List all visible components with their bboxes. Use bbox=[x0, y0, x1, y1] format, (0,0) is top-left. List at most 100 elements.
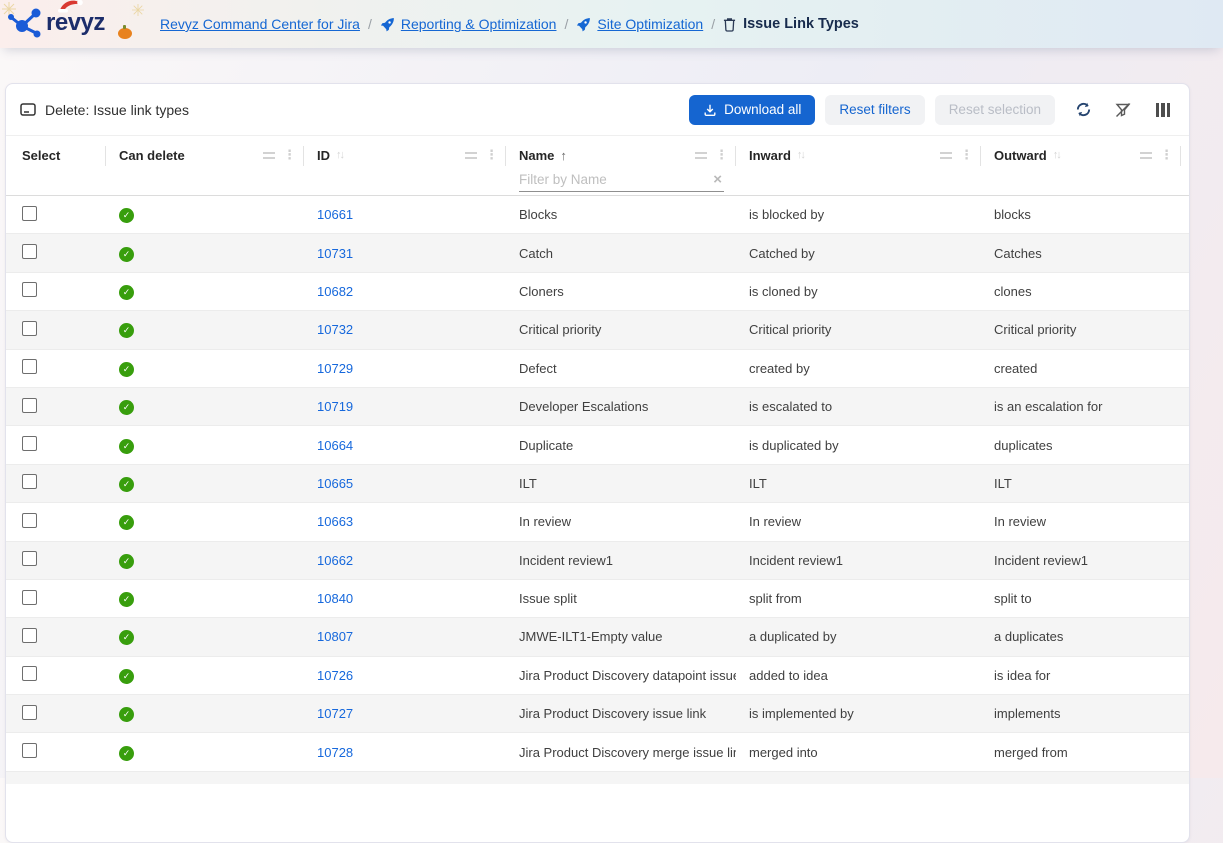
santa-hat-decoration bbox=[56, 0, 86, 14]
revyz-logo[interactable]: revyz bbox=[0, 0, 152, 48]
name-cell: Duplicate bbox=[506, 438, 736, 453]
name-filter-input[interactable] bbox=[519, 169, 724, 192]
can-delete-check-icon: ✓ bbox=[119, 746, 134, 761]
row-checkbox[interactable] bbox=[22, 590, 37, 605]
id-link[interactable]: 10729 bbox=[317, 361, 353, 376]
row-checkbox[interactable] bbox=[22, 244, 37, 259]
card-title: Delete: Issue link types bbox=[20, 102, 189, 118]
inward-cell: Critical priority bbox=[736, 322, 981, 337]
breadcrumb-separator: / bbox=[711, 16, 715, 32]
table-row: ✓ 10729 Defect created by created bbox=[6, 350, 1189, 388]
row-checkbox[interactable] bbox=[22, 282, 37, 297]
sort-icon[interactable]: ↑↓ bbox=[797, 149, 804, 161]
inward-cell: Catched by bbox=[736, 246, 981, 261]
table-row: ✓ 10662 Incident review1 Incident review… bbox=[6, 542, 1189, 580]
id-link[interactable]: 10731 bbox=[317, 246, 353, 261]
id-link[interactable]: 10665 bbox=[317, 476, 353, 491]
column-menu-icon[interactable]: ⋮ bbox=[960, 150, 973, 160]
table-row: ✓ 10728 Jira Product Discovery merge iss… bbox=[6, 733, 1189, 771]
column-resize-handle[interactable] bbox=[263, 152, 275, 159]
row-checkbox[interactable] bbox=[22, 359, 37, 374]
can-delete-check-icon: ✓ bbox=[119, 208, 134, 223]
id-link[interactable]: 10663 bbox=[317, 514, 353, 529]
row-checkbox[interactable] bbox=[22, 551, 37, 566]
column-resize-handle[interactable] bbox=[940, 152, 952, 159]
breadcrumb-separator: / bbox=[368, 16, 372, 32]
sort-icon[interactable]: ↑↓ bbox=[1053, 149, 1060, 161]
column-header-filler bbox=[1181, 136, 1190, 195]
can-delete-check-icon: ✓ bbox=[119, 247, 134, 262]
id-link[interactable]: 10727 bbox=[317, 706, 353, 721]
row-checkbox[interactable] bbox=[22, 743, 37, 758]
column-header-outward[interactable]: Outward ↑↓ ⋮ bbox=[981, 136, 1181, 195]
outward-cell: duplicates bbox=[981, 438, 1181, 453]
outward-cell: Incident review1 bbox=[981, 553, 1181, 568]
column-resize-handle[interactable] bbox=[1140, 152, 1152, 159]
card-toolbar: Delete: Issue link types Download all Re… bbox=[6, 84, 1189, 136]
outward-cell: a duplicates bbox=[981, 629, 1181, 644]
inward-cell: is escalated to bbox=[736, 399, 981, 414]
columns-icon[interactable] bbox=[1151, 98, 1175, 122]
id-link[interactable]: 10662 bbox=[317, 553, 353, 568]
breadcrumb-link-reporting-optimization[interactable]: Reporting & Optimization bbox=[401, 16, 557, 32]
sort-ascending-icon[interactable]: ↑ bbox=[560, 148, 567, 163]
table-row: ✓ 10719 Developer Escalations is escalat… bbox=[6, 388, 1189, 426]
column-menu-icon[interactable]: ⋮ bbox=[485, 150, 498, 160]
row-checkbox[interactable] bbox=[22, 628, 37, 643]
table-row: ✓ 10665 ILT ILT ILT bbox=[6, 465, 1189, 503]
outward-cell: is an escalation for bbox=[981, 399, 1181, 414]
row-checkbox[interactable] bbox=[22, 436, 37, 451]
row-checkbox[interactable] bbox=[22, 666, 37, 681]
issue-link-types-card: Delete: Issue link types Download all Re… bbox=[5, 83, 1190, 843]
id-link[interactable]: 10728 bbox=[317, 745, 353, 760]
outward-cell: ILT bbox=[981, 476, 1181, 491]
column-menu-icon[interactable]: ⋮ bbox=[715, 150, 728, 160]
column-header-inward[interactable]: Inward ↑↓ ⋮ bbox=[736, 136, 981, 195]
id-link[interactable]: 10840 bbox=[317, 591, 353, 606]
column-header-can-delete[interactable]: Can delete ⋮ bbox=[106, 136, 304, 195]
breadcrumb-link-site-optimization[interactable]: Site Optimization bbox=[597, 16, 703, 32]
id-link[interactable]: 10682 bbox=[317, 284, 353, 299]
row-checkbox[interactable] bbox=[22, 206, 37, 221]
table-body: ✓ 10661 Blocks is blocked by blocks ✓ 10… bbox=[6, 196, 1189, 772]
reset-filters-button[interactable]: Reset filters bbox=[825, 95, 924, 125]
column-header-id[interactable]: ID ↑↓ ⋮ bbox=[304, 136, 506, 195]
row-checkbox[interactable] bbox=[22, 705, 37, 720]
table-row: ✓ 10840 Issue split split from split to bbox=[6, 580, 1189, 618]
refresh-icon[interactable] bbox=[1071, 98, 1095, 122]
column-resize-handle[interactable] bbox=[695, 152, 707, 159]
column-menu-icon[interactable]: ⋮ bbox=[283, 150, 296, 160]
breadcrumb-link-command-center[interactable]: Revyz Command Center for Jira bbox=[160, 16, 360, 32]
row-checkbox[interactable] bbox=[22, 321, 37, 336]
column-menu-icon[interactable]: ⋮ bbox=[1160, 150, 1173, 160]
outward-cell: clones bbox=[981, 284, 1181, 299]
name-cell: Critical priority bbox=[506, 322, 736, 337]
breadcrumb: Revyz Command Center for Jira / Reportin… bbox=[160, 16, 859, 32]
id-link[interactable]: 10719 bbox=[317, 399, 353, 414]
table-header: Select Can delete ⋮ ID ↑↓ ⋮ bbox=[6, 136, 1189, 196]
id-link[interactable]: 10726 bbox=[317, 668, 353, 683]
row-checkbox[interactable] bbox=[22, 398, 37, 413]
can-delete-check-icon: ✓ bbox=[119, 362, 134, 377]
can-delete-check-icon: ✓ bbox=[119, 592, 134, 607]
id-link[interactable]: 10661 bbox=[317, 207, 353, 222]
id-link[interactable]: 10732 bbox=[317, 322, 353, 337]
reset-selection-button[interactable]: Reset selection bbox=[935, 95, 1055, 125]
column-resize-handle[interactable] bbox=[465, 152, 477, 159]
id-link[interactable]: 10807 bbox=[317, 629, 353, 644]
column-header-name[interactable]: Name ↑ ⋮ × bbox=[506, 136, 736, 195]
download-all-button[interactable]: Download all bbox=[689, 95, 815, 125]
clear-filter-icon[interactable]: × bbox=[713, 171, 722, 188]
row-checkbox[interactable] bbox=[22, 513, 37, 528]
outward-cell: Catches bbox=[981, 246, 1181, 261]
row-checkbox[interactable] bbox=[22, 474, 37, 489]
id-link[interactable]: 10664 bbox=[317, 438, 353, 453]
toolbar-actions: Download all Reset filters Reset selecti… bbox=[689, 95, 1175, 125]
sort-icon[interactable]: ↑↓ bbox=[336, 149, 343, 161]
can-delete-check-icon: ✓ bbox=[119, 477, 134, 492]
name-cell: Incident review1 bbox=[506, 553, 736, 568]
inward-cell: a duplicated by bbox=[736, 629, 981, 644]
name-cell: Blocks bbox=[506, 207, 736, 222]
outward-cell: merged from bbox=[981, 745, 1181, 760]
filter-off-icon[interactable] bbox=[1111, 98, 1135, 122]
